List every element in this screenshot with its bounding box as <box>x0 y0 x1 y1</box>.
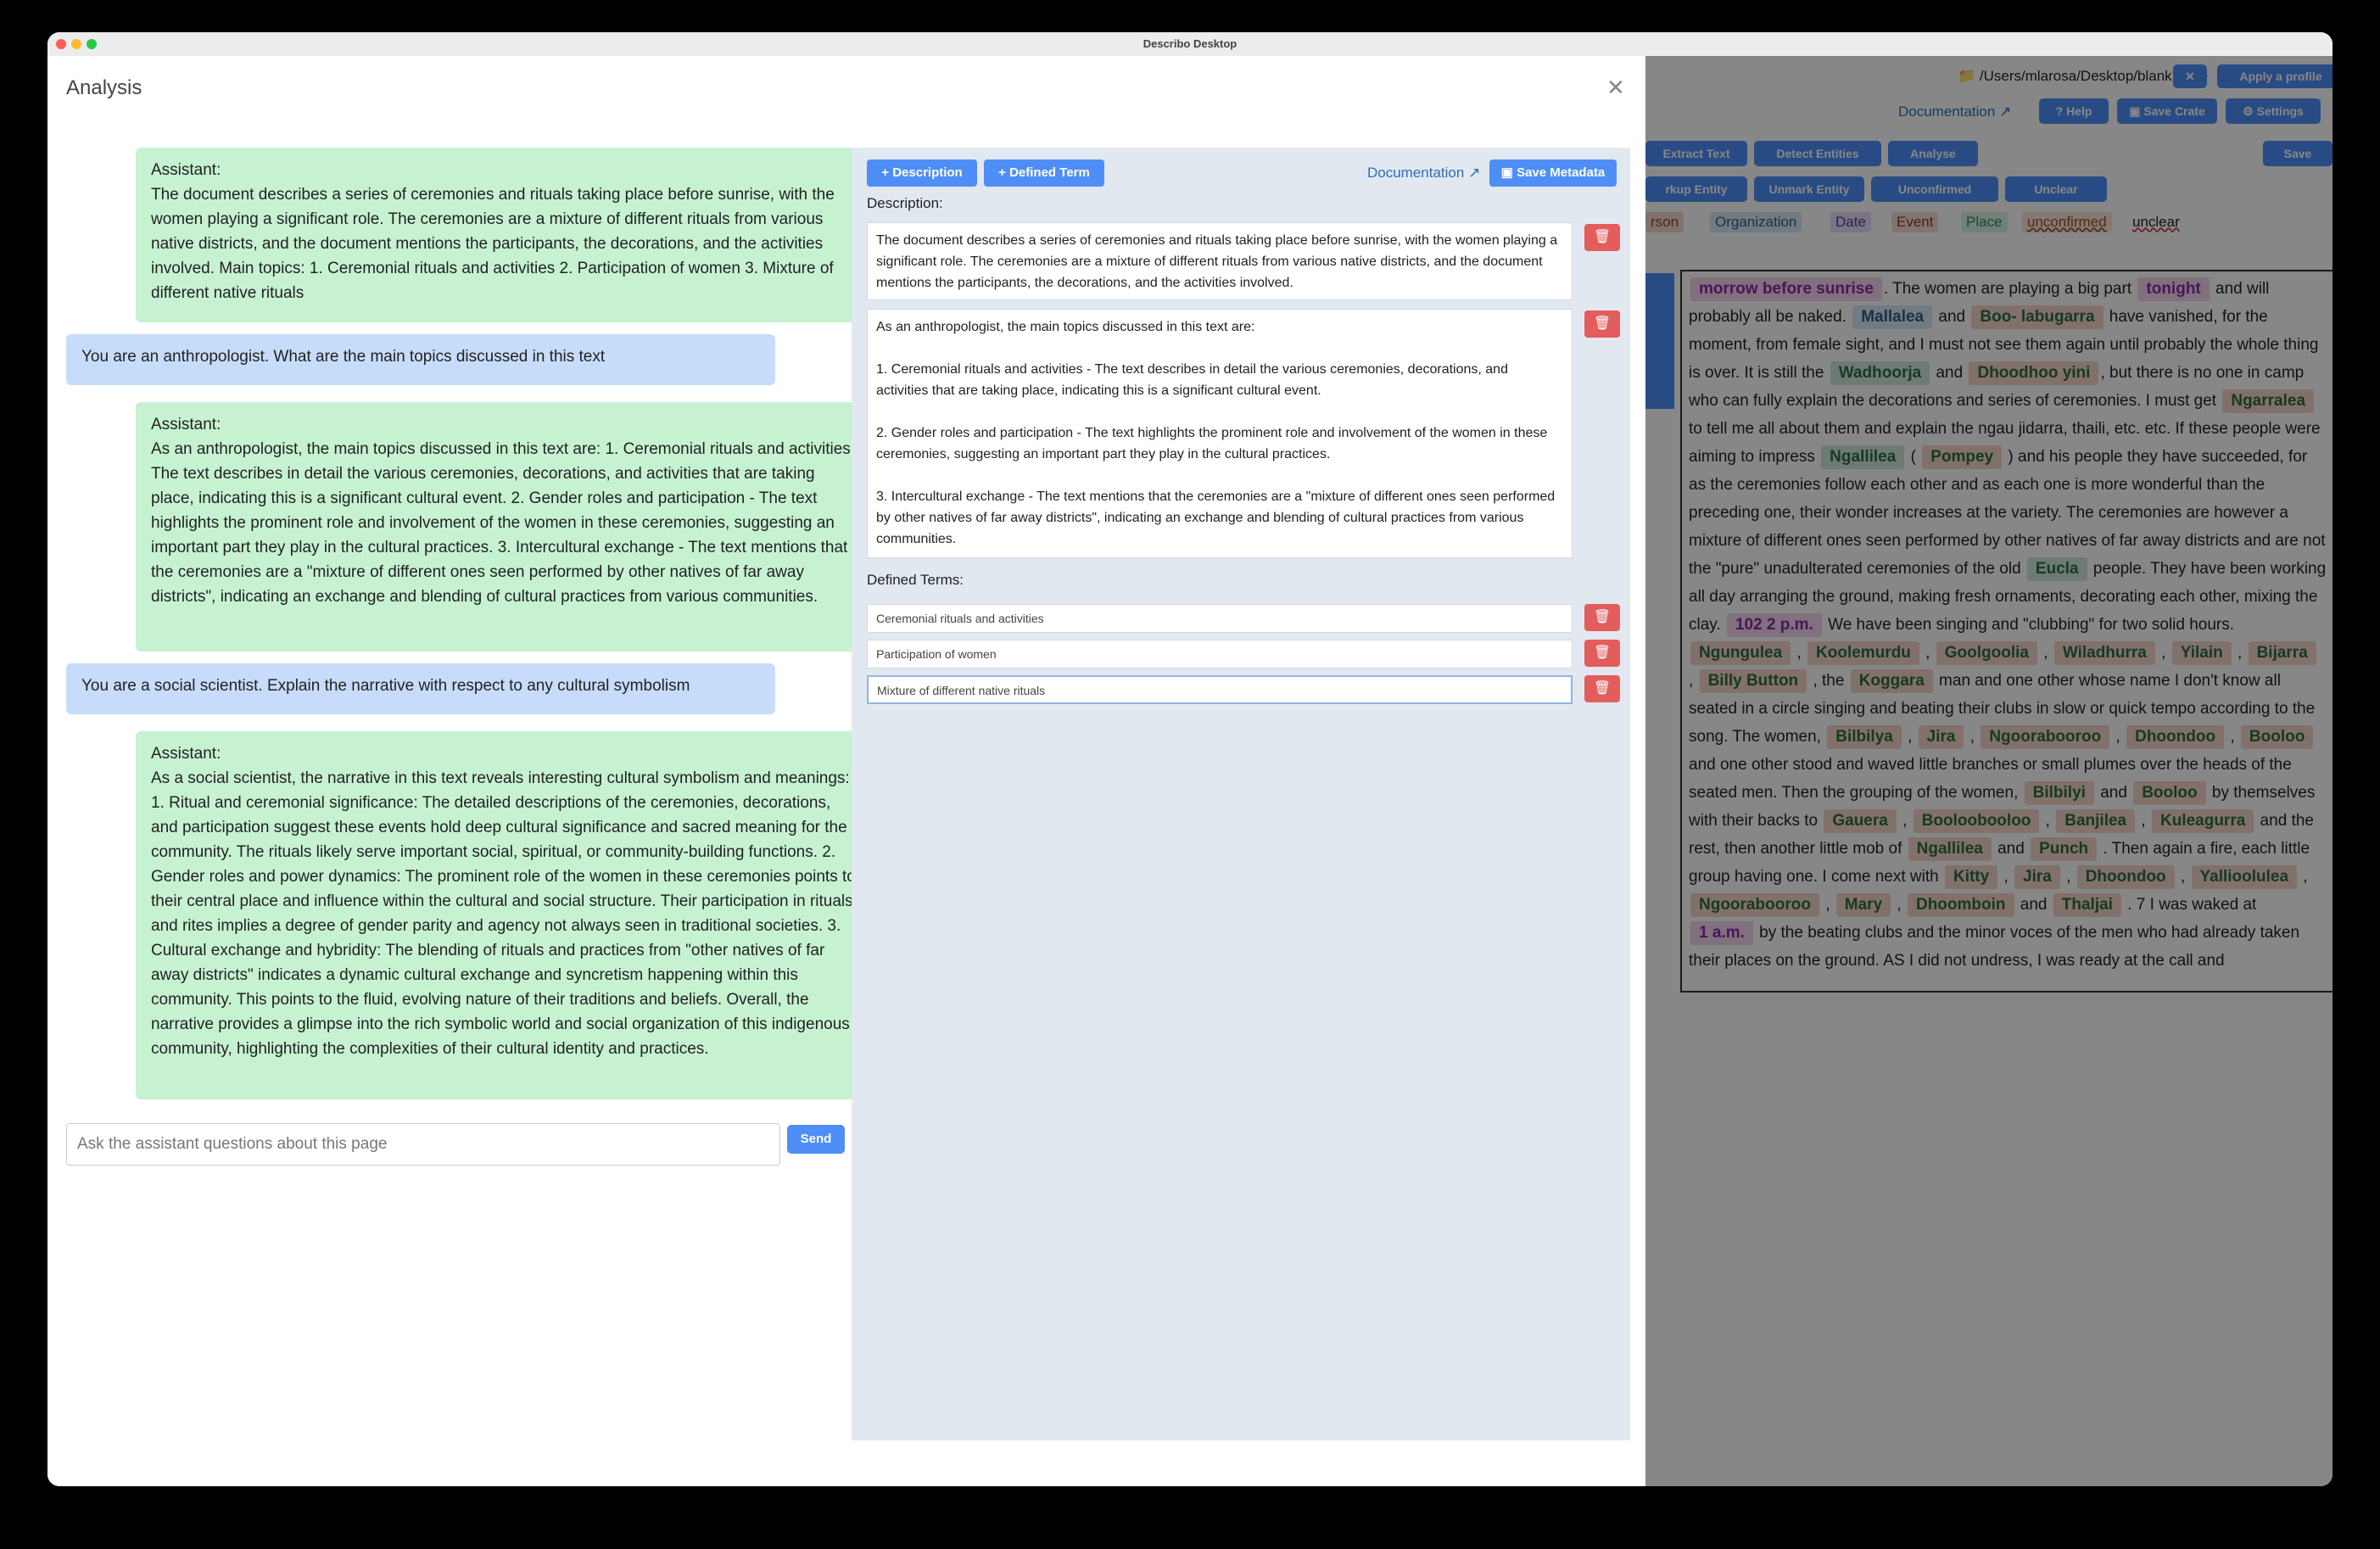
modal-title: Analysis <box>66 76 142 99</box>
external-link-icon: ↗ <box>1468 165 1481 181</box>
user-message: You are an anthropologist. What are the … <box>66 334 775 385</box>
send-button[interactable]: Send <box>787 1125 845 1154</box>
delete-term-button[interactable]: 🗑 <box>1584 604 1620 631</box>
message-text: As a social scientist, the narrative in … <box>151 769 856 1058</box>
message-text: The document describes a series of cerem… <box>151 186 835 302</box>
plus-icon: + <box>881 165 893 180</box>
message-text: You are a social scientist. Explain the … <box>81 677 690 695</box>
zoom-window-button[interactable] <box>87 39 97 49</box>
minimize-window-button[interactable] <box>71 39 81 49</box>
delete-term-button[interactable]: 🗑 <box>1584 640 1620 667</box>
trash-icon: 🗑 <box>1593 610 1612 624</box>
delete-description-button[interactable]: 🗑 <box>1584 224 1620 251</box>
defined-terms-label: Defined Terms: <box>867 572 964 588</box>
trash-icon: 🗑 <box>1593 646 1612 660</box>
user-message: You are a social scientist. Explain the … <box>66 663 775 714</box>
metadata-panel: + Description + Defined Term Documentati… <box>852 148 1630 1440</box>
save-metadata-button[interactable]: ▣ Save Metadata <box>1489 159 1617 187</box>
title-bar: Describo Desktop <box>47 32 2333 57</box>
assistant-message: Assistant: As an anthropologist, the mai… <box>136 402 877 651</box>
defined-term-field[interactable]: Participation of women <box>867 640 1573 668</box>
add-defined-term-button[interactable]: + Defined Term <box>984 159 1104 187</box>
close-window-button[interactable] <box>56 39 66 49</box>
description-label: Description: <box>867 195 943 211</box>
save-icon: ▣ <box>1500 165 1517 180</box>
trash-icon: 🗑 <box>1593 316 1612 331</box>
modal-backdrop[interactable] <box>1645 56 2333 1486</box>
ask-input[interactable]: Ask the assistant questions about this p… <box>66 1123 780 1166</box>
description-field[interactable]: As an anthropologist, the main topics di… <box>867 309 1573 558</box>
message-author: Assistant: <box>151 416 221 433</box>
add-description-button[interactable]: + Description <box>867 159 977 187</box>
defined-term-field[interactable]: Ceremonial rituals and activities <box>867 604 1573 633</box>
message-author: Assistant: <box>151 745 221 763</box>
plus-icon: + <box>998 165 1010 180</box>
delete-term-button[interactable]: 🗑 <box>1584 675 1620 702</box>
documentation-link[interactable]: Documentation ↗ <box>1367 165 1480 182</box>
defined-term-field[interactable]: Mixture of different native rituals <box>867 675 1573 704</box>
message-author: Assistant: <box>151 161 221 179</box>
assistant-message: Assistant: As a social scientist, the na… <box>136 731 877 1099</box>
description-field[interactable]: The document describes a series of cerem… <box>867 222 1573 300</box>
app-window: Describo Desktop 📁 /Users/mlarosa/Deskto… <box>47 32 2333 1486</box>
message-text: As an anthropologist, the main topics di… <box>151 440 861 606</box>
trash-icon: 🗑 <box>1593 230 1612 244</box>
window-title: Describo Desktop <box>1143 37 1237 50</box>
analysis-modal: Analysis ✕ Assistant: The document descr… <box>47 56 1645 1486</box>
assistant-message: Assistant: The document describes a seri… <box>136 148 877 322</box>
close-icon[interactable]: ✕ <box>1606 75 1625 101</box>
delete-description-button[interactable]: 🗑 <box>1584 310 1620 338</box>
message-text: You are an anthropologist. What are the … <box>81 348 606 366</box>
trash-icon: 🗑 <box>1593 681 1612 696</box>
